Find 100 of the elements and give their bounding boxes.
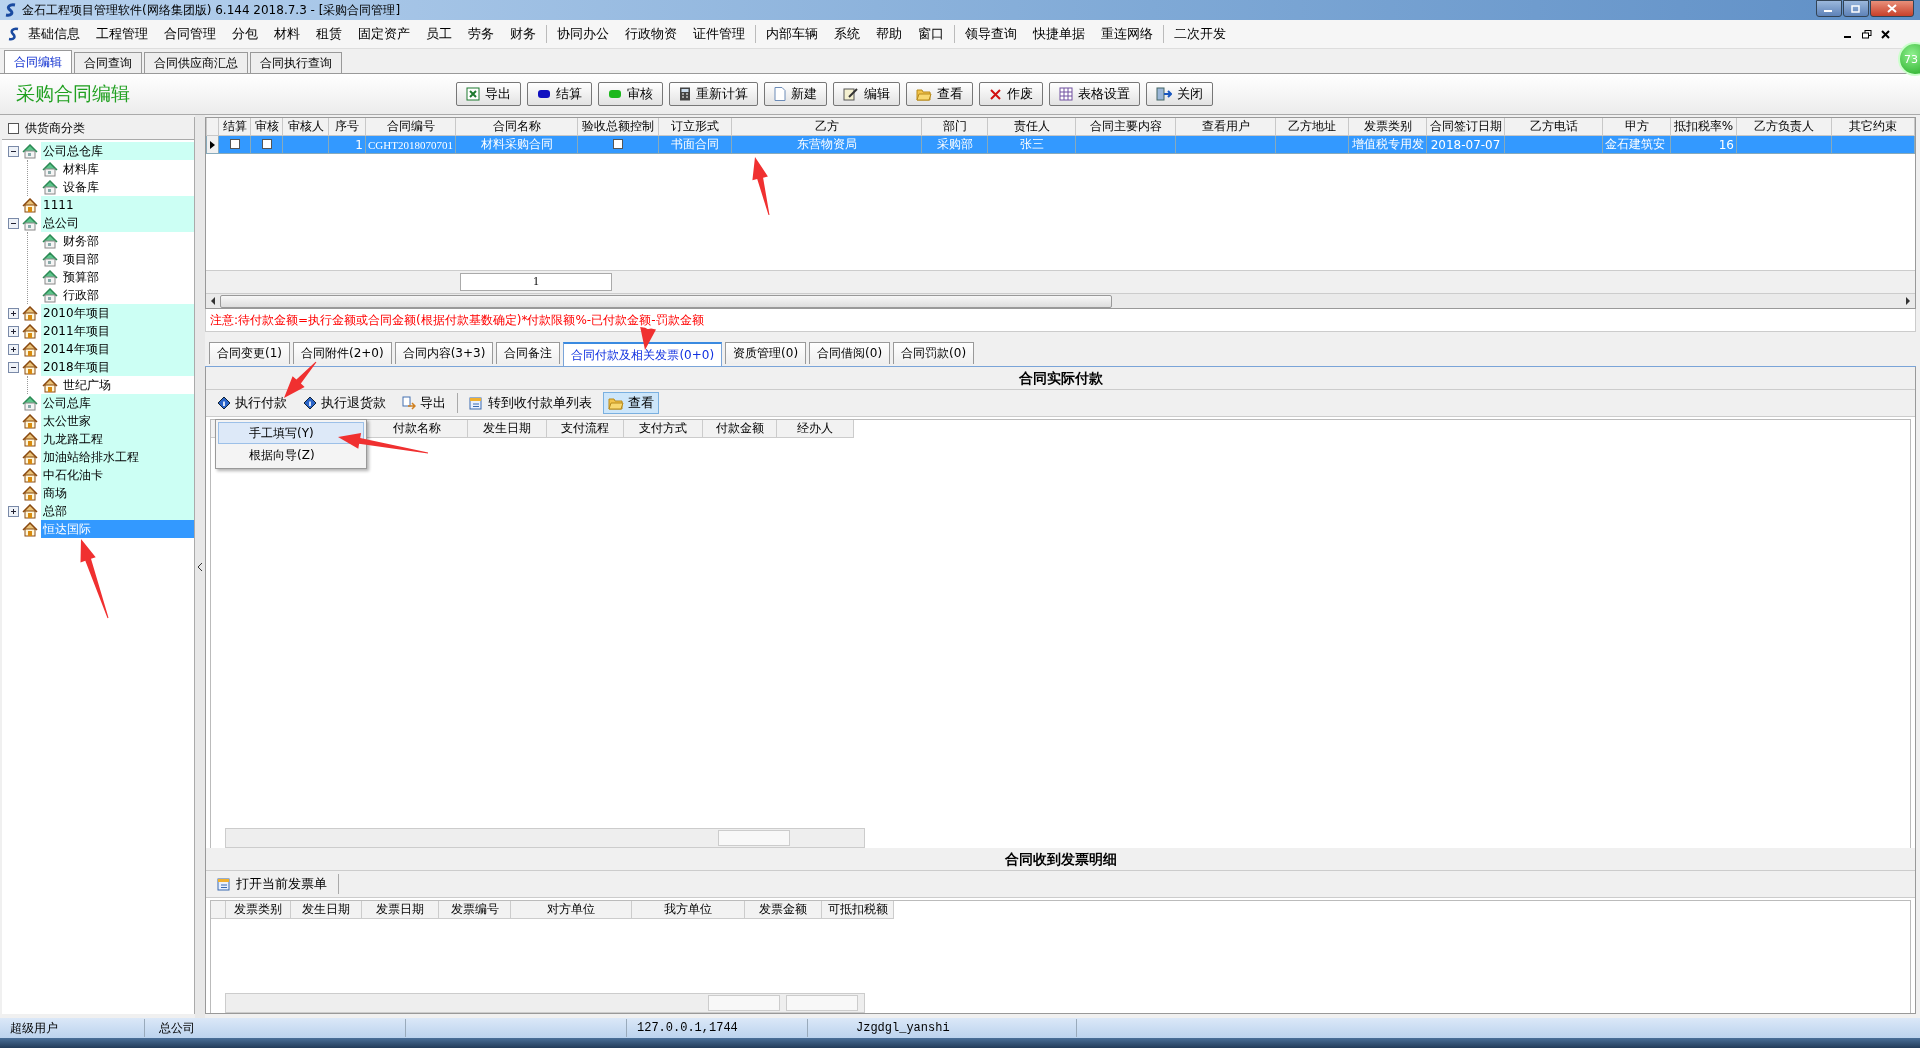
column-header[interactable]: 审核	[250, 118, 283, 136]
column-header[interactable]: 其它约束	[1831, 118, 1915, 136]
column-header[interactable]: 我方单位	[632, 901, 745, 918]
tab[interactable]: 合同变更(1)	[209, 342, 290, 364]
column-header[interactable]: 乙方负责人	[1736, 118, 1832, 136]
column-header[interactable]: 经办人	[777, 420, 854, 437]
tree-item[interactable]: 太公世家	[41, 412, 194, 430]
toolbar-button[interactable]: 导出	[397, 392, 451, 414]
toolbar-button[interactable]: 转到收付款单列表	[464, 392, 597, 414]
tree-item[interactable]: 2014年项目	[41, 340, 194, 358]
toolbar-button[interactable]: 重新计算	[669, 82, 758, 106]
column-header[interactable]: 发票编号	[439, 901, 511, 918]
column-header[interactable]: 对方单位	[511, 901, 632, 918]
column-header[interactable]: 乙方	[731, 118, 922, 136]
restore-icon[interactable]	[1862, 29, 1872, 39]
toolbar-button[interactable]: 结算	[527, 82, 592, 106]
menu-item[interactable]: 行政物资	[617, 25, 685, 43]
column-header[interactable]: 合同编号	[365, 118, 456, 136]
tree-item[interactable]: 预算部	[61, 268, 194, 286]
collapse-icon[interactable]	[8, 361, 19, 373]
menu-item[interactable]: 工程管理	[88, 25, 156, 43]
menu-item[interactable]: 基础信息	[20, 25, 88, 43]
tree-item[interactable]: 2011年项目	[41, 322, 194, 340]
menu-item[interactable]: 窗口	[910, 25, 952, 43]
toolbar-button[interactable]: 表格设置	[1049, 82, 1140, 106]
tab[interactable]: 合同供应商汇总	[144, 52, 248, 73]
column-header[interactable]: 订立形式	[658, 118, 732, 136]
toolbar-button[interactable]: 查看	[906, 82, 973, 106]
column-header[interactable]: 结算	[218, 118, 251, 136]
tab[interactable]: 资质管理(0)	[725, 342, 807, 364]
column-header[interactable]: 乙方电话	[1504, 118, 1603, 136]
menu-item[interactable]: 材料	[266, 25, 308, 43]
tree-item[interactable]: 九龙路工程	[41, 430, 194, 448]
column-header[interactable]: 合同签订日期	[1426, 118, 1505, 136]
tree-item[interactable]: 公司总仓库	[41, 142, 194, 160]
checkbox[interactable]	[613, 138, 623, 149]
menu-item[interactable]: 重连网络	[1093, 25, 1161, 43]
tab[interactable]: 合同查询	[74, 52, 142, 73]
expand-icon[interactable]	[8, 307, 19, 319]
horizontal-scrollbar[interactable]	[206, 293, 1915, 308]
column-header[interactable]: 发票类别	[226, 901, 291, 918]
column-header[interactable]: 发生日期	[291, 901, 362, 918]
tree-item[interactable]: 商场	[41, 484, 194, 502]
column-header[interactable]: 合同名称	[455, 118, 578, 136]
tree-item[interactable]: 2018年项目	[41, 358, 194, 376]
menu-item[interactable]: 协同办公	[549, 25, 617, 43]
column-header[interactable]: 发票类别	[1348, 118, 1427, 136]
menu-item[interactable]: 合同管理	[156, 25, 224, 43]
column-header[interactable]: 付款名称	[367, 420, 468, 437]
tree-item[interactable]: 材料库	[61, 160, 194, 178]
close-button[interactable]	[1870, 0, 1914, 17]
toolbar-button[interactable]: 新建	[764, 82, 827, 106]
column-header[interactable]: 责任人	[987, 118, 1076, 136]
tree-item[interactable]: 1111	[41, 196, 194, 214]
column-header[interactable]: 发票金额	[745, 901, 822, 918]
menu-item[interactable]: 内部车辆	[758, 25, 826, 43]
menu-item[interactable]: 证件管理	[685, 25, 753, 43]
tree-item[interactable]: 项目部	[61, 250, 194, 268]
expand-icon[interactable]	[8, 343, 19, 355]
column-header[interactable]: 部门	[921, 118, 988, 136]
splitter-handle[interactable]	[195, 115, 205, 1018]
menu-item[interactable]: 根据向导(Z)	[218, 444, 364, 466]
tree-item[interactable]: 加油站给排水工程	[41, 448, 194, 466]
menu-item[interactable]: 领导查询	[957, 25, 1025, 43]
tree-item[interactable]: 中石化油卡	[41, 466, 194, 484]
collapse-icon[interactable]	[8, 217, 19, 229]
checkbox[interactable]	[229, 138, 240, 149]
menu-item[interactable]: 帮助	[868, 25, 910, 43]
checkbox[interactable]	[8, 122, 19, 134]
menu-item[interactable]: 劳务	[460, 25, 502, 43]
column-header[interactable]: 可抵扣税额	[822, 901, 894, 918]
menu-item[interactable]: 手工填写(Y)	[218, 422, 364, 444]
column-header[interactable]: 甲方	[1602, 118, 1671, 136]
toolbar-button[interactable]: 关闭	[1146, 82, 1213, 106]
column-header[interactable]: 发生日期	[468, 420, 547, 437]
tab[interactable]: 合同内容(3+3)	[394, 342, 494, 364]
menu-item[interactable]: 系统	[826, 25, 868, 43]
tab[interactable]: 合同付款及相关发票(0+0)	[563, 342, 723, 366]
column-header[interactable]: 支付流程	[547, 420, 624, 437]
tab[interactable]: 合同罚款(0)	[893, 342, 975, 364]
tab[interactable]: 合同备注	[496, 342, 561, 364]
toolbar-button[interactable]: 作废	[979, 82, 1043, 106]
column-header[interactable]: 乙方地址	[1275, 118, 1349, 136]
column-header[interactable]: 发票日期	[362, 901, 439, 918]
expand-icon[interactable]	[8, 325, 19, 337]
toolbar-button[interactable]: 查看	[603, 392, 659, 414]
tab[interactable]: 合同执行查询	[250, 52, 342, 73]
column-header[interactable]: 抵扣税率%	[1670, 118, 1737, 136]
menu-item[interactable]: 二次开发	[1166, 25, 1234, 43]
toolbar-button[interactable]: 审核	[598, 82, 663, 106]
column-header[interactable]: 付款金额	[703, 420, 777, 437]
tree-item[interactable]: 行政部	[61, 286, 194, 304]
tab[interactable]: 合同附件(2+0)	[293, 342, 392, 364]
tree-item[interactable]: 设备库	[61, 178, 194, 196]
menu-item[interactable]: 快捷单据	[1025, 25, 1093, 43]
checkbox[interactable]	[261, 138, 272, 149]
tree-item[interactable]: 总公司	[41, 214, 194, 232]
tab[interactable]: 合同借阅(0)	[809, 342, 891, 364]
collapse-icon[interactable]	[8, 145, 19, 157]
toolbar-button[interactable]: 导出	[456, 82, 521, 106]
